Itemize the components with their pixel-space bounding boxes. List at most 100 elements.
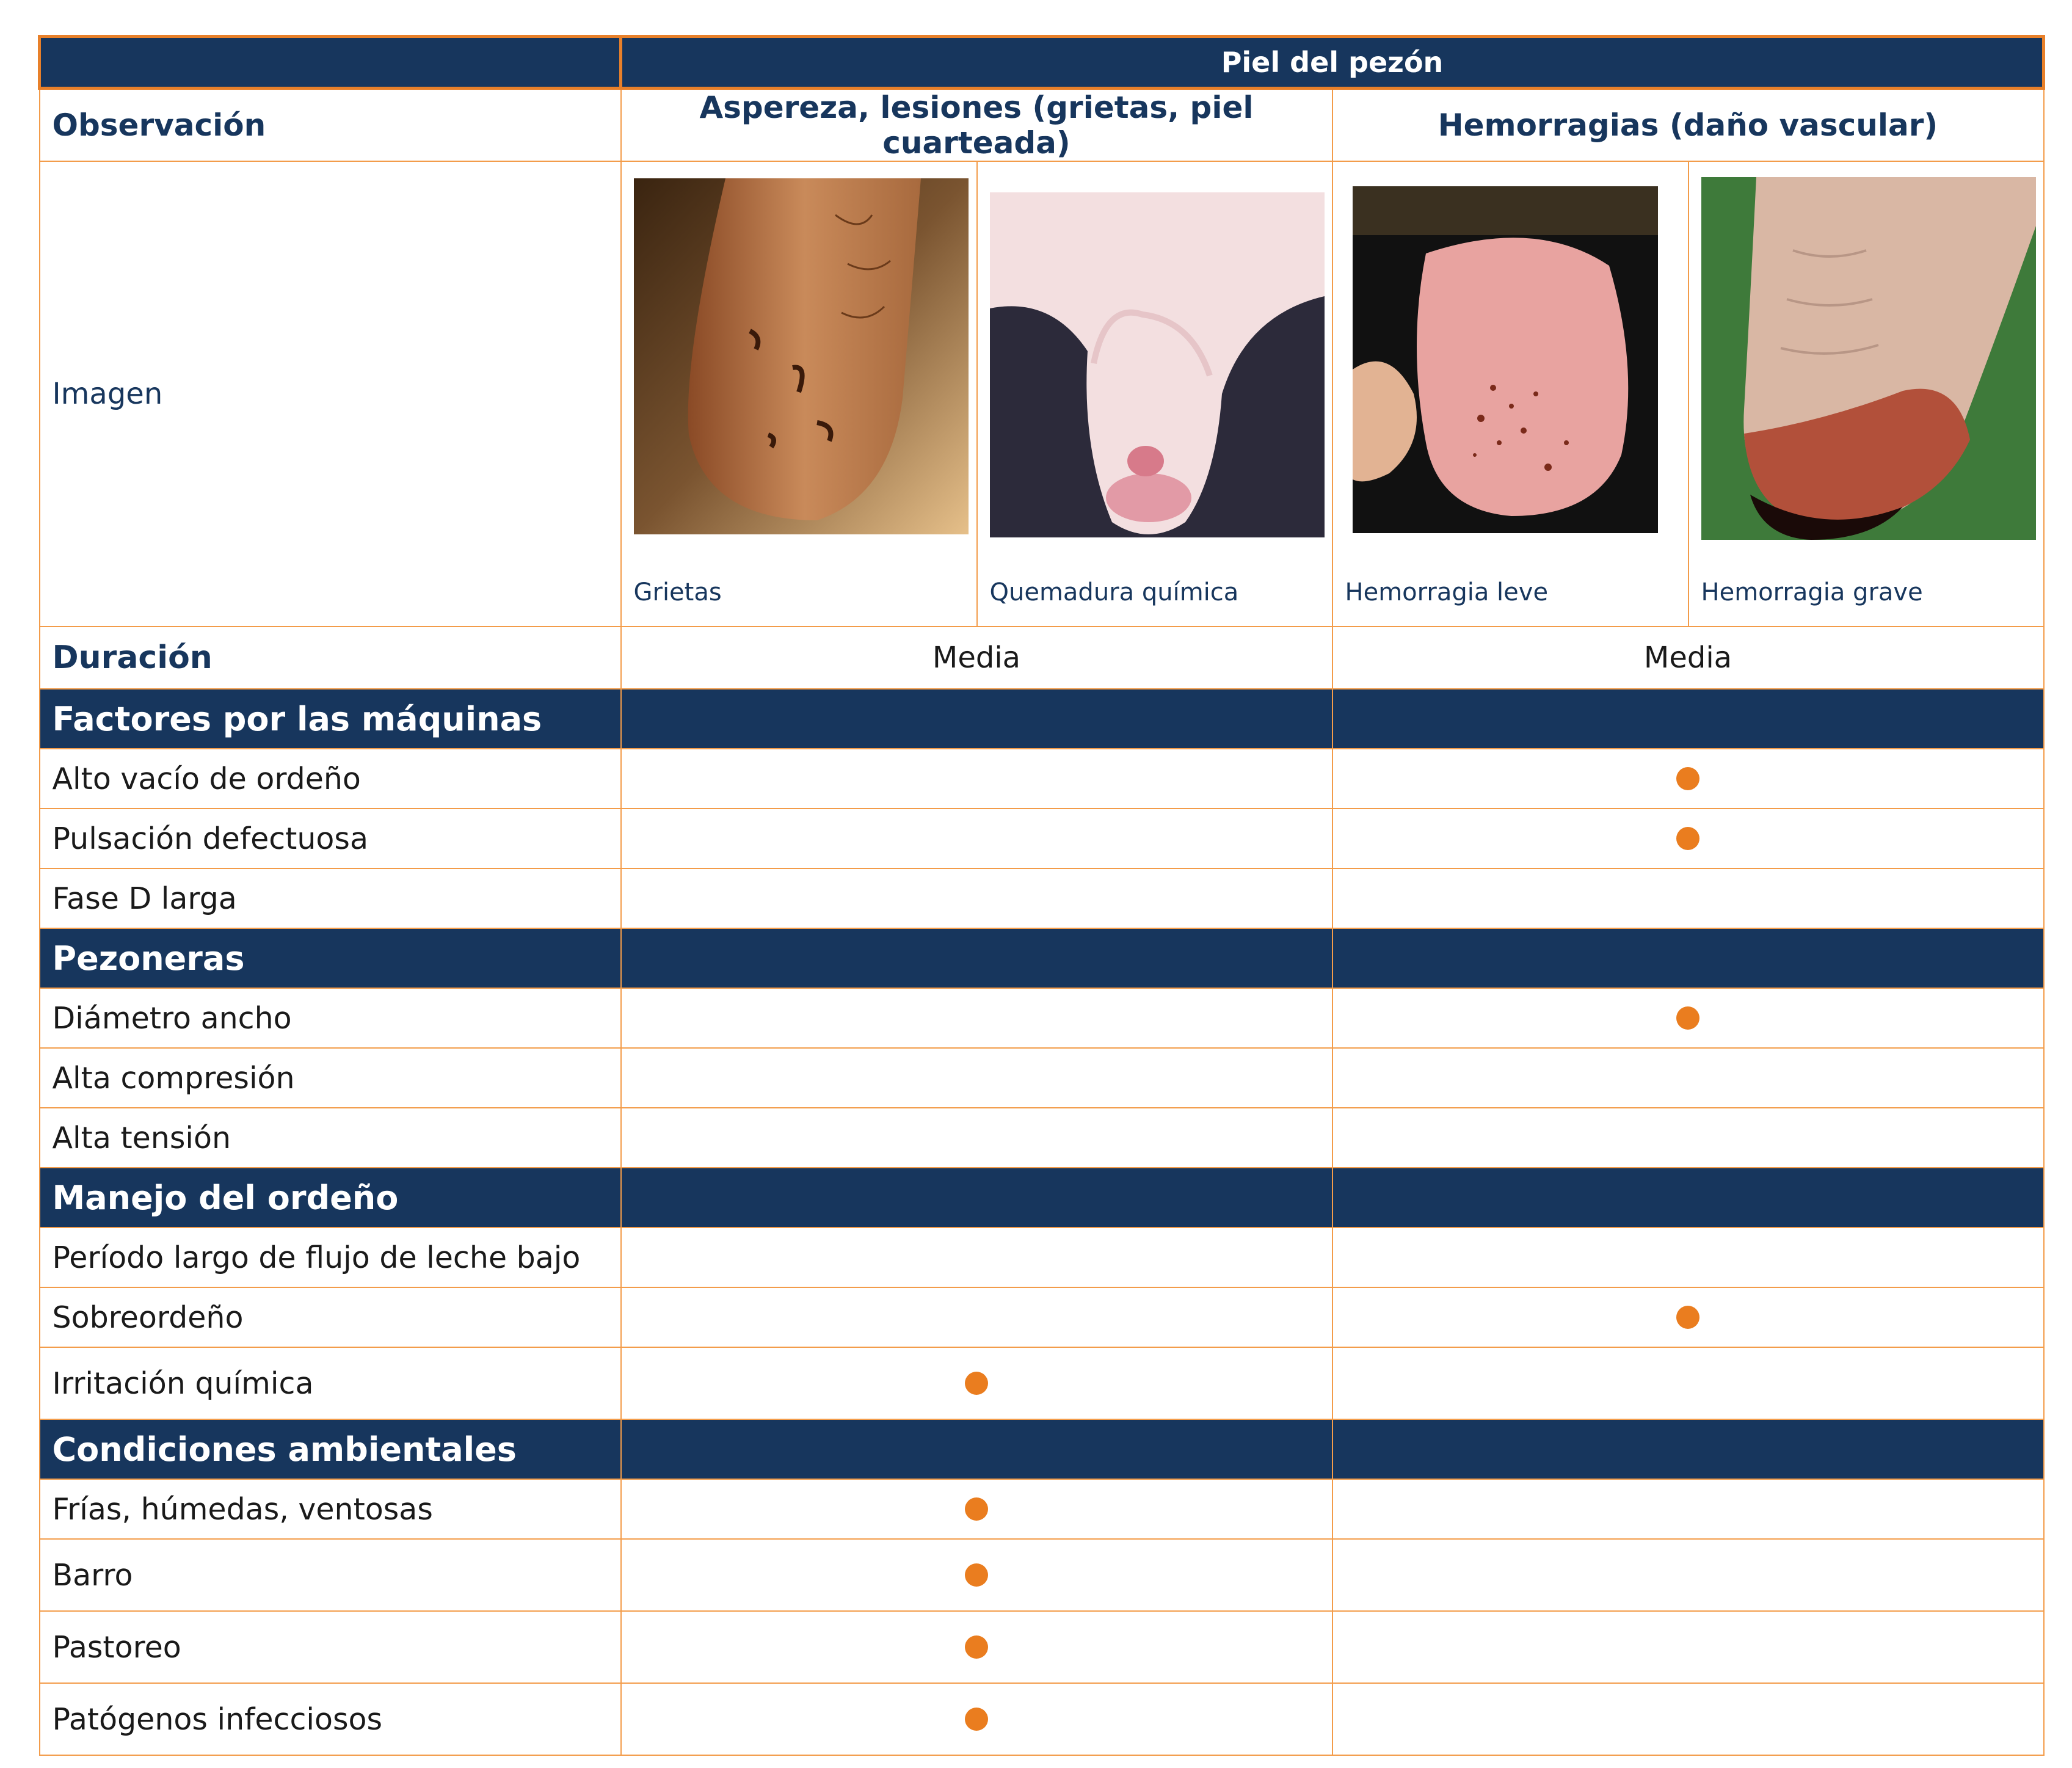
group2-cell bbox=[1331, 808, 2045, 869]
table-row: Alto vacío de ordeño bbox=[38, 748, 2045, 809]
section-header-empty-cell bbox=[1331, 1167, 2045, 1228]
table-row: Barro bbox=[38, 1538, 2045, 1612]
teat-skin-table-wrapper: Piel del pezón Observación Aspereza, les… bbox=[38, 35, 2045, 1756]
caption-chemical-burn: Quemadura química bbox=[989, 578, 1239, 606]
duration-row: Duración Media Media bbox=[38, 626, 2045, 689]
table-row: Patógenos infecciosos bbox=[38, 1683, 2045, 1756]
indicator-dot-icon bbox=[1676, 1006, 1699, 1030]
group1-cell bbox=[620, 988, 1333, 1049]
group1-cell bbox=[620, 808, 1333, 869]
table-row: Frías, húmedas, ventosas bbox=[38, 1479, 2045, 1540]
group2-cell bbox=[1331, 1227, 2045, 1288]
top-header-empty-cell bbox=[38, 35, 622, 90]
group2-cell bbox=[1331, 1287, 2045, 1348]
group2-cell bbox=[1331, 1610, 2045, 1684]
factor-label: Patógenos infecciosos bbox=[38, 1683, 622, 1756]
section-header-row: Factores por las máquinas bbox=[38, 688, 2045, 749]
factor-label: Irritación química bbox=[38, 1347, 622, 1420]
table-row: Alta compresión bbox=[38, 1047, 2045, 1108]
indicator-dot-icon bbox=[1676, 827, 1699, 850]
photo-teat-chemical-burn bbox=[989, 192, 1325, 537]
table-row: Sobreordeño bbox=[38, 1287, 2045, 1348]
factor-label: Barro bbox=[38, 1538, 622, 1612]
section-header-empty-cell bbox=[620, 1419, 1333, 1480]
duration-label: Duración bbox=[38, 626, 622, 689]
table-row: Pastoreo bbox=[38, 1610, 2045, 1684]
table-row: Período largo de flujo de leche bajo bbox=[38, 1227, 2045, 1288]
group1-cell bbox=[620, 748, 1333, 809]
group1-cell bbox=[620, 868, 1333, 929]
group1-cell bbox=[620, 1538, 1333, 1612]
group2-cell bbox=[1331, 868, 2045, 929]
table-row: Fase D larga bbox=[38, 868, 2045, 929]
indicator-dot-icon bbox=[965, 1635, 988, 1659]
factor-label: Período largo de flujo de leche bajo bbox=[38, 1227, 622, 1288]
top-header-row: Piel del pezón bbox=[38, 35, 2045, 90]
photo-teat-mild-hemorrhage bbox=[1352, 186, 1658, 533]
section-title: Pezoneras bbox=[38, 928, 622, 989]
image-cell-mild-hemorrhage: Hemorragia leve bbox=[1331, 161, 1689, 627]
factor-label: Frías, húmedas, ventosas bbox=[38, 1479, 622, 1540]
teat-skin-table: Piel del pezón Observación Aspereza, les… bbox=[38, 35, 2045, 1756]
indicator-dot-icon bbox=[965, 1563, 988, 1587]
group1-cell bbox=[620, 1047, 1333, 1108]
column-header-row: Observación Aspereza, lesiones (grietas,… bbox=[38, 87, 2045, 162]
section-title: Condiciones ambientales bbox=[38, 1419, 622, 1480]
section-header-row: Condiciones ambientales bbox=[38, 1419, 2045, 1480]
image-cell-severe-hemorrhage: Hemorragia grave bbox=[1687, 161, 2045, 627]
group1-cell bbox=[620, 1287, 1333, 1348]
group1-cell bbox=[620, 1610, 1333, 1684]
indicator-dot-icon bbox=[965, 1372, 988, 1395]
factor-label: Pastoreo bbox=[38, 1610, 622, 1684]
caption-severe-hemorrhage: Hemorragia grave bbox=[1701, 578, 1923, 606]
image-cell-chemical-burn: Quemadura química bbox=[976, 161, 1333, 627]
group2-cell bbox=[1331, 1107, 2045, 1168]
table-row: Diámetro ancho bbox=[38, 988, 2045, 1049]
factor-label: Sobreordeño bbox=[38, 1287, 622, 1348]
factor-label: Fase D larga bbox=[38, 868, 622, 929]
section-header-row: Manejo del ordeño bbox=[38, 1167, 2045, 1228]
indicator-dot-icon bbox=[965, 1708, 988, 1731]
factor-label: Pulsación defectuosa bbox=[38, 808, 622, 869]
section-header-empty-cell bbox=[1331, 928, 2045, 989]
factor-label: Alta tensión bbox=[38, 1107, 622, 1168]
group2-cell bbox=[1331, 1538, 2045, 1612]
indicator-dot-icon bbox=[1676, 767, 1699, 790]
section-title: Manejo del ordeño bbox=[38, 1167, 622, 1228]
photo-teat-cracks bbox=[633, 178, 969, 534]
group1-cell bbox=[620, 1347, 1333, 1420]
section-header-empty-cell bbox=[620, 1167, 1333, 1228]
section-header-empty-cell bbox=[620, 688, 1333, 749]
image-row-label: Imagen bbox=[38, 161, 622, 627]
group2-cell bbox=[1331, 1683, 2045, 1756]
group2-cell bbox=[1331, 1047, 2045, 1108]
group1-cell bbox=[620, 1227, 1333, 1288]
factor-label: Diámetro ancho bbox=[38, 988, 622, 1049]
caption-cracks: Grietas bbox=[633, 578, 722, 606]
top-header-title: Piel del pezón bbox=[619, 35, 2045, 90]
image-row: Imagen Grietas Quemadura química Hemorra… bbox=[38, 161, 2045, 627]
indicator-dot-icon bbox=[965, 1497, 988, 1521]
group1-header: Aspereza, lesiones (grietas, piel cuarte… bbox=[620, 87, 1333, 162]
caption-mild-hemorrhage: Hemorragia leve bbox=[1345, 578, 1549, 606]
group2-header: Hemorragias (daño vascular) bbox=[1331, 87, 2045, 162]
group2-cell bbox=[1331, 1479, 2045, 1540]
table-row: Alta tensión bbox=[38, 1107, 2045, 1168]
table-row: Irritación química bbox=[38, 1347, 2045, 1420]
image-cell-cracks: Grietas bbox=[620, 161, 978, 627]
photo-teat-severe-hemorrhage bbox=[1701, 177, 2036, 540]
section-header-empty-cell bbox=[620, 928, 1333, 989]
group1-cell bbox=[620, 1107, 1333, 1168]
duration-group1: Media bbox=[620, 626, 1333, 689]
factor-label: Alta compresión bbox=[38, 1047, 622, 1108]
section-header-empty-cell bbox=[1331, 688, 2045, 749]
observation-header: Observación bbox=[38, 87, 622, 162]
group2-cell bbox=[1331, 748, 2045, 809]
group1-cell bbox=[620, 1479, 1333, 1540]
group2-cell bbox=[1331, 1347, 2045, 1420]
section-title: Factores por las máquinas bbox=[38, 688, 622, 749]
group1-cell bbox=[620, 1683, 1333, 1756]
indicator-dot-icon bbox=[1676, 1306, 1699, 1329]
section-header-row: Pezoneras bbox=[38, 928, 2045, 989]
factor-label: Alto vacío de ordeño bbox=[38, 748, 622, 809]
